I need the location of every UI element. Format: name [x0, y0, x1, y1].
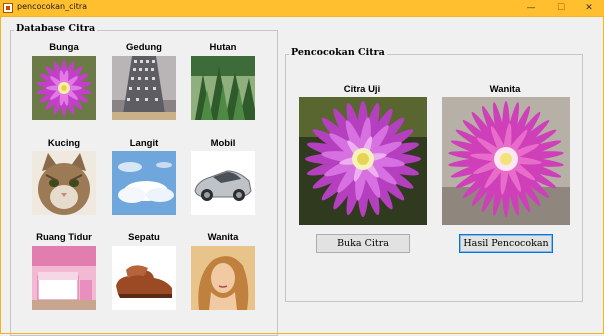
thumb-label-bunga: Bunga	[49, 42, 79, 53]
sky-image	[112, 151, 176, 215]
forest-image	[191, 56, 255, 120]
minimize-button[interactable]: —	[516, 0, 546, 16]
thumb-gedung[interactable]	[112, 56, 176, 120]
maximize-button[interactable]: ☐	[546, 0, 576, 16]
flower-image	[32, 56, 96, 120]
client-area: Database Citra Bunga Gedung Hutan Kucing…	[0, 16, 604, 336]
matching-panel-title: Pencocokan Citra	[289, 47, 387, 58]
thumb-bunga[interactable]	[32, 56, 96, 120]
thumb-label-kucing: Kucing	[47, 138, 81, 149]
thumb-ruang-tidur[interactable]	[32, 246, 96, 310]
woman-image	[191, 246, 255, 310]
thumb-hutan[interactable]	[191, 56, 255, 120]
open-image-button[interactable]: Buka Citra	[316, 234, 410, 253]
thumb-label-mobil: Mobil	[210, 138, 236, 149]
title-bar[interactable]: pencocokan_citra — ☐ ✕	[0, 0, 604, 16]
thumb-label-wanita: Wanita	[207, 232, 239, 243]
result-image-label: Wanita	[489, 84, 521, 95]
database-panel-title: Database Citra	[14, 23, 98, 34]
query-image	[299, 97, 427, 225]
thumb-mobil[interactable]	[191, 151, 255, 215]
cat-image	[32, 151, 96, 215]
result-flower-image	[442, 97, 570, 225]
thumb-langit[interactable]	[112, 151, 176, 215]
query-image-label: Citra Uji	[343, 84, 381, 95]
car-image	[191, 151, 255, 215]
thumb-sepatu[interactable]	[112, 246, 176, 310]
shoe-image	[112, 246, 176, 310]
bedroom-image	[32, 246, 96, 310]
thumb-kucing[interactable]	[32, 151, 96, 215]
query-flower-image	[299, 97, 427, 225]
close-button[interactable]: ✕	[574, 0, 604, 16]
window-title: pencocokan_citra	[17, 2, 88, 11]
thumb-label-langit: Langit	[129, 138, 159, 149]
app-icon	[3, 3, 13, 13]
thumb-label-hutan: Hutan	[209, 42, 237, 53]
result-image	[442, 97, 570, 225]
building-image	[112, 56, 176, 120]
thumb-label-gedung: Gedung	[126, 42, 162, 53]
thumb-wanita[interactable]	[191, 246, 255, 310]
match-result-button[interactable]: Hasil Pencocokan	[459, 234, 553, 253]
thumb-label-sepatu: Sepatu	[128, 232, 160, 243]
thumb-label-ruang-tidur: Ruang Tidur	[36, 232, 92, 243]
